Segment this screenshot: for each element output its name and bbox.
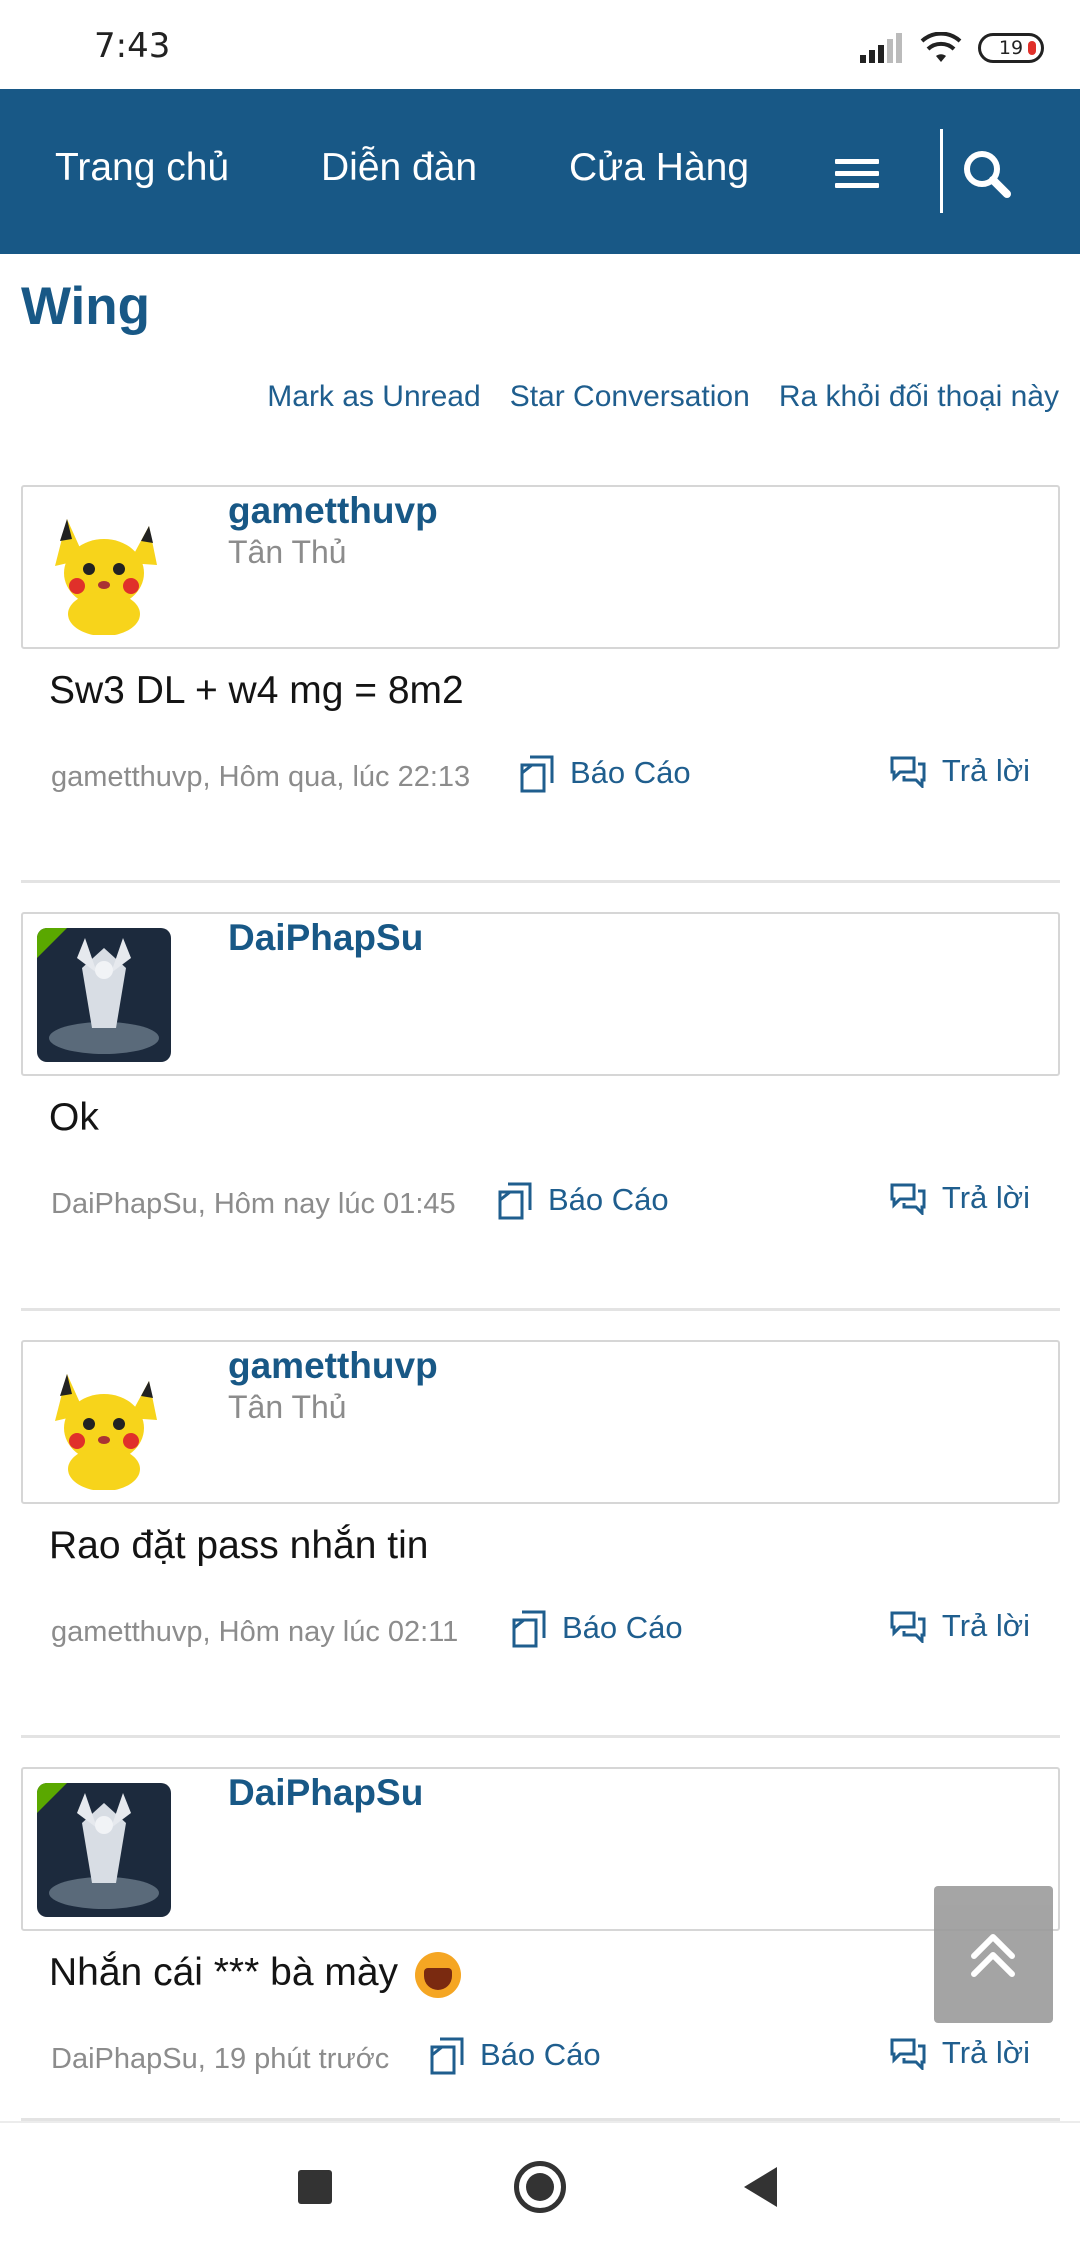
nav-link-home[interactable]: Trang chủ: [55, 146, 229, 190]
back-triangle-icon[interactable]: [744, 2167, 777, 2207]
battery-icon: 19: [978, 33, 1044, 63]
message-separator: [21, 1735, 1060, 1738]
message-user-title: Tân Thủ: [228, 534, 347, 570]
double-chevron-up-icon: [971, 1934, 1015, 1977]
recents-square-icon[interactable]: [298, 2170, 332, 2204]
reply-label: Trả lời: [941, 1180, 1030, 1215]
wifi-icon: [920, 32, 962, 62]
reply-button[interactable]: Trả lời: [888, 2035, 1030, 2071]
battery-level: 19: [998, 37, 1024, 59]
status-time: 7:43: [94, 26, 171, 66]
reply-button[interactable]: Trả lời: [888, 753, 1030, 789]
report-label: Báo Cáo: [562, 1610, 683, 1645]
star-conversation-link[interactable]: Star Conversation: [510, 380, 750, 414]
report-button[interactable]: Báo Cáo: [516, 753, 691, 793]
mark-unread-link[interactable]: Mark as Unread: [267, 380, 480, 414]
page-title: Wing: [21, 277, 151, 336]
report-label: Báo Cáo: [548, 1182, 669, 1217]
message-separator: [21, 1308, 1060, 1311]
search-icon[interactable]: [960, 147, 1014, 201]
report-icon: [512, 1610, 546, 1648]
status-bar: 7:43 19: [0, 0, 1080, 89]
hamburger-icon[interactable]: [835, 159, 879, 189]
report-button[interactable]: Báo Cáo: [426, 2035, 601, 2075]
report-icon: [498, 1182, 532, 1220]
message-text: Nhắn cái *** bà mày: [49, 1951, 461, 1998]
message-header: DaiPhapSu: [21, 1767, 1060, 1931]
pikachu-avatar[interactable]: [37, 501, 171, 635]
report-icon: [520, 755, 554, 793]
message-meta[interactable]: gametthuvp, Hôm qua, lúc 22:13: [51, 761, 470, 794]
reply-icon: [890, 2038, 926, 2070]
report-label: Báo Cáo: [570, 755, 691, 790]
system-navigation-bar: [0, 2121, 1080, 2248]
nav-divider: [940, 129, 943, 213]
message-header: gametthuvp Tân Thủ: [21, 485, 1060, 649]
message-header: DaiPhapSu: [21, 912, 1060, 1076]
conversation-actions: Mark as Unread Star Conversation Ra khỏi…: [267, 380, 1059, 414]
pikachu-avatar[interactable]: [37, 1356, 171, 1490]
nav-link-forums[interactable]: Diễn đàn: [321, 146, 477, 190]
message-meta[interactable]: DaiPhapSu, Hôm nay lúc 01:45: [51, 1188, 456, 1221]
message-text: Rao đặt pass nhắn tin: [49, 1524, 429, 1567]
message-user-title: Tân Thủ: [228, 1389, 347, 1425]
reply-icon: [890, 756, 926, 788]
message-text: Sw3 DL + w4 mg = 8m2: [49, 669, 464, 712]
status-icons: 19: [860, 28, 1044, 68]
message-username[interactable]: gametthuvp: [228, 490, 438, 532]
laughing-emoji-icon: [414, 1951, 461, 1998]
nav-link-store[interactable]: Cửa Hàng: [569, 146, 749, 190]
leave-conversation-link[interactable]: Ra khỏi đối thoại này: [779, 380, 1059, 414]
reply-label: Trả lời: [941, 753, 1030, 788]
report-button[interactable]: Báo Cáo: [494, 1180, 669, 1220]
message-username[interactable]: DaiPhapSu: [228, 1772, 423, 1814]
report-label: Báo Cáo: [480, 2037, 601, 2072]
reply-button[interactable]: Trả lời: [888, 1608, 1030, 1644]
message-text: Ok: [49, 1096, 99, 1139]
reply-label: Trả lời: [941, 1608, 1030, 1643]
message-header: gametthuvp Tân Thủ: [21, 1340, 1060, 1504]
back-to-top-button[interactable]: [934, 1886, 1053, 2023]
home-circle-icon[interactable]: [514, 2161, 566, 2213]
message-separator: [21, 880, 1060, 883]
warrior-avatar[interactable]: [37, 1783, 171, 1917]
message-username[interactable]: DaiPhapSu: [228, 917, 423, 959]
reply-button[interactable]: Trả lời: [888, 1180, 1030, 1216]
message-meta[interactable]: gametthuvp, Hôm nay lúc 02:11: [51, 1616, 458, 1649]
report-icon: [430, 2037, 464, 2075]
warrior-avatar[interactable]: [37, 928, 171, 1062]
top-navbar: Trang chủ Diễn đàn Cửa Hàng: [0, 89, 1080, 254]
message-meta[interactable]: DaiPhapSu, 19 phút trước: [51, 2043, 389, 2076]
message-username[interactable]: gametthuvp: [228, 1345, 438, 1387]
reply-icon: [890, 1183, 926, 1215]
message-text-content: Nhắn cái *** bà mày: [49, 1951, 399, 1994]
reply-label: Trả lời: [941, 2035, 1030, 2070]
reply-icon: [890, 1611, 926, 1643]
report-button[interactable]: Báo Cáo: [508, 1608, 683, 1648]
signal-icon: [860, 33, 902, 63]
